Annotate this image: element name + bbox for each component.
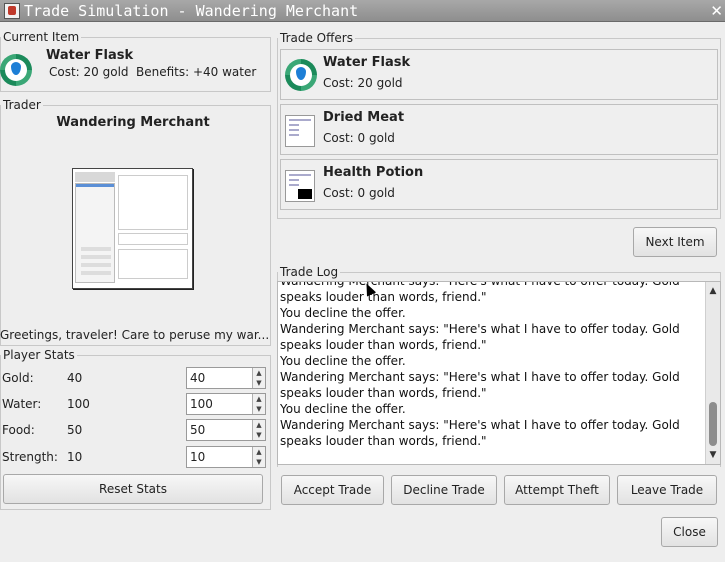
gold-spinner[interactable]: 40 ▲ ▼ [186, 367, 266, 389]
log-line: You decline the offer. [280, 354, 406, 368]
offer-cost: Cost: 0 gold [323, 186, 395, 200]
water-drop-icon [285, 59, 317, 91]
offer-cost: Cost: 0 gold [323, 131, 395, 145]
decline-trade-button[interactable]: Decline Trade [391, 475, 497, 505]
trade-log-lines: Wandering Merchant says: "Here's what I … [280, 281, 706, 449]
current-item-cost: Cost: 20 gold [49, 65, 129, 79]
attempt-theft-button[interactable]: Attempt Theft [504, 475, 610, 505]
trader-legend: Trader [3, 98, 41, 112]
stat-value-strength: 10 [67, 450, 83, 464]
close-button[interactable]: Close [661, 517, 718, 547]
reset-stats-button[interactable]: Reset Stats [3, 474, 263, 504]
trade-offers-legend: Trade Offers [280, 31, 353, 45]
current-item-benefits: Benefits: +40 water [136, 65, 257, 79]
trader-portrait [72, 168, 193, 289]
water-spinner[interactable]: 100 ▲ ▼ [186, 393, 266, 415]
strength-spinner-value[interactable]: 10 [190, 450, 205, 464]
log-line: speaks louder than words, friend." [280, 386, 487, 400]
scroll-up-icon[interactable]: ▲ [706, 284, 720, 298]
log-line: You decline the offer. [280, 306, 406, 320]
stat-label-water: Water: [2, 397, 42, 411]
offer-name: Dried Meat [323, 110, 405, 125]
spinner-arrows-icon[interactable]: ▲ ▼ [252, 447, 265, 467]
leave-trade-button[interactable]: Leave Trade [617, 475, 717, 505]
water-drop-icon [0, 54, 32, 86]
window-title: Trade Simulation - Wandering Merchant [24, 2, 359, 20]
trader-name: Wandering Merchant [56, 115, 210, 130]
current-item-legend: Current Item [3, 30, 80, 44]
log-line: Wandering Merchant says: "Here's what I … [280, 281, 680, 288]
stat-value-gold: 40 [67, 371, 83, 385]
scroll-thumb[interactable] [709, 402, 717, 446]
log-line: speaks louder than words, friend." [280, 290, 487, 304]
offer-cost: Cost: 20 gold [323, 76, 403, 90]
trade-log-scrollbar[interactable]: ▲ ▼ [705, 282, 720, 464]
offer-card-water-flask[interactable]: Water Flask Cost: 20 gold [280, 49, 718, 100]
log-line: Wandering Merchant says: "Here's what I … [280, 370, 680, 384]
spinner-arrows-icon[interactable]: ▲ ▼ [252, 394, 265, 414]
food-spinner[interactable]: 50 ▲ ▼ [186, 419, 266, 441]
document-thumbnail-icon [285, 170, 315, 202]
window-titlebar: Trade Simulation - Wandering Merchant ✕ [0, 0, 725, 22]
offer-name: Health Potion [323, 165, 424, 180]
spinner-arrows-icon[interactable]: ▲ ▼ [252, 368, 265, 388]
trade-log-legend: Trade Log [280, 265, 339, 279]
player-stats-legend: Player Stats [3, 348, 75, 362]
strength-spinner[interactable]: 10 ▲ ▼ [186, 446, 266, 468]
gold-spinner-value[interactable]: 40 [190, 371, 205, 385]
app-icon [4, 3, 20, 19]
accept-trade-button[interactable]: Accept Trade [281, 475, 384, 505]
document-thumbnail-icon [285, 115, 315, 147]
trade-log-textarea[interactable]: Wandering Merchant says: "Here's what I … [277, 281, 721, 465]
log-line: speaks louder than words, friend." [280, 434, 487, 448]
scroll-down-icon[interactable]: ▼ [706, 448, 720, 462]
log-line: speaks louder than words, friend." [280, 338, 487, 352]
log-line: Wandering Merchant says: "Here's what I … [280, 322, 680, 336]
food-spinner-value[interactable]: 50 [190, 423, 205, 437]
offer-card-dried-meat[interactable]: Dried Meat Cost: 0 gold [280, 104, 718, 155]
log-line: Wandering Merchant says: "Here's what I … [280, 418, 680, 432]
current-item-panel: Current Item [0, 30, 271, 92]
stat-label-gold: Gold: [2, 371, 34, 385]
stat-value-water: 100 [67, 397, 90, 411]
log-line: You decline the offer. [280, 402, 406, 416]
current-item-name: Water Flask [46, 48, 134, 63]
stat-label-strength: Strength: [2, 450, 58, 464]
next-item-button[interactable]: Next Item [633, 227, 717, 257]
spinner-arrows-icon[interactable]: ▲ ▼ [252, 420, 265, 440]
stat-label-food: Food: [2, 423, 35, 437]
trader-greeting: Greetings, traveler! Care to peruse my w… [0, 328, 270, 342]
offer-name: Water Flask [323, 55, 411, 70]
stat-value-food: 50 [67, 423, 83, 437]
close-icon[interactable]: ✕ [710, 0, 723, 22]
water-spinner-value[interactable]: 100 [190, 397, 213, 411]
offer-card-health-potion[interactable]: Health Potion Cost: 0 gold [280, 159, 718, 210]
